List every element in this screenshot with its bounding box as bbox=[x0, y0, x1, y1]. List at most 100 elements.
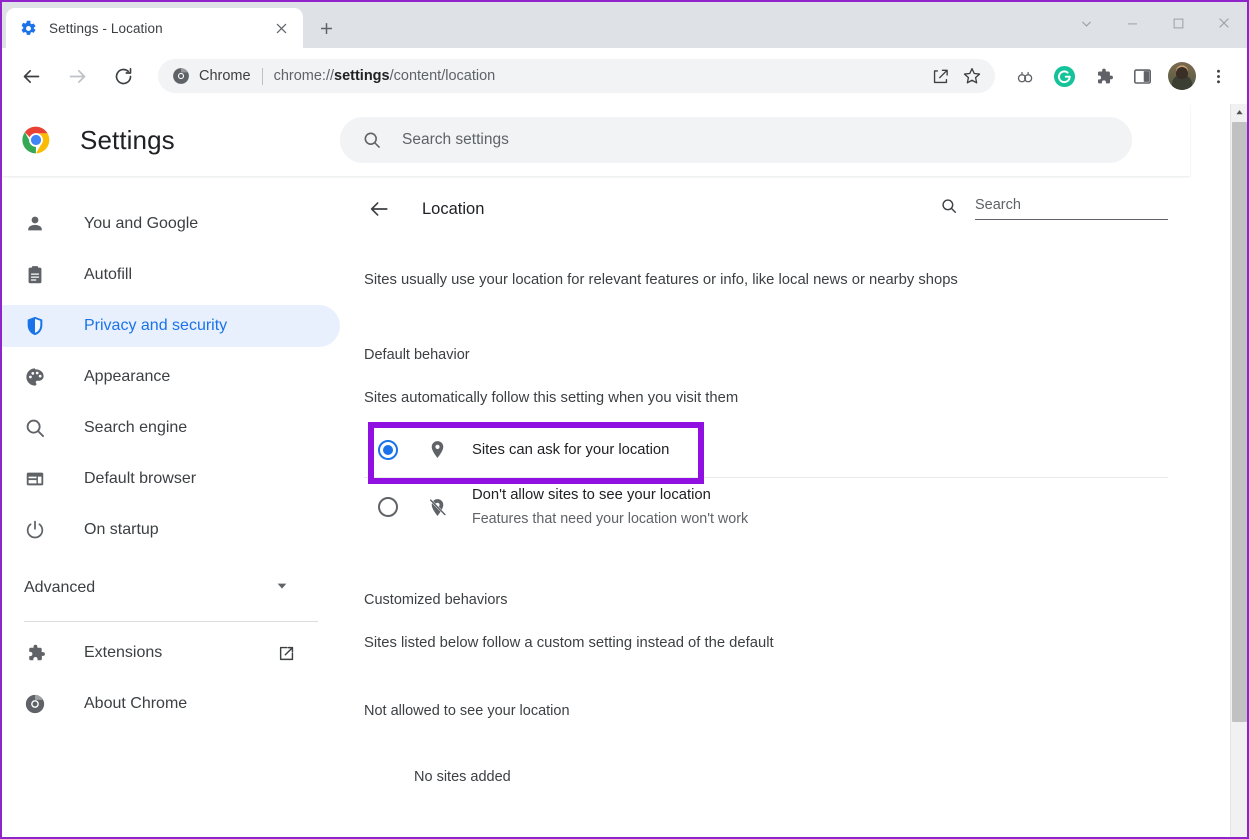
shield-icon bbox=[24, 315, 46, 337]
sidebar-advanced-toggle[interactable]: Advanced bbox=[2, 567, 340, 609]
settings-sidebar: You and Google Autofill Privacy and secu… bbox=[2, 176, 340, 837]
radio-option-dont-allow[interactable]: Don't allow sites to see your location F… bbox=[364, 478, 1168, 535]
browser-window: Settings - Location Chrome chrome://sett… bbox=[0, 0, 1249, 839]
new-tab-button[interactable] bbox=[311, 13, 341, 43]
search-settings-placeholder: Search settings bbox=[402, 131, 509, 148]
omnibox-url[interactable]: chrome://settings/content/location bbox=[274, 68, 923, 84]
close-button[interactable] bbox=[1201, 2, 1247, 44]
chrome-menu-button[interactable] bbox=[1201, 59, 1235, 93]
settings-brand[interactable]: Settings bbox=[2, 124, 340, 156]
sidebar-item-on-startup[interactable]: On startup bbox=[2, 509, 340, 551]
star-icon[interactable] bbox=[957, 61, 987, 91]
radio-button-selected[interactable] bbox=[378, 439, 398, 460]
puzzle-extensions-icon[interactable] bbox=[1086, 59, 1120, 93]
sidebar-item-autofill[interactable]: Autofill bbox=[2, 254, 340, 296]
not-allowed-group-label: Not allowed to see your location bbox=[364, 702, 570, 719]
customized-behaviors-heading: Customized behaviors bbox=[364, 591, 508, 608]
profile-avatar[interactable] bbox=[1168, 62, 1196, 90]
search-settings-input[interactable]: Search settings bbox=[340, 117, 1132, 163]
subpage-search-placeholder: Search bbox=[975, 197, 1021, 213]
reload-icon[interactable] bbox=[105, 58, 141, 94]
search-icon bbox=[940, 197, 958, 215]
page-title: Settings bbox=[80, 124, 175, 155]
chrome-logo-icon bbox=[20, 124, 52, 156]
tab-search-chevron-icon[interactable] bbox=[1063, 2, 1109, 44]
subpage-header: Location Search bbox=[364, 176, 1168, 242]
no-sites-added-text: No sites added bbox=[414, 768, 511, 785]
open-in-new-icon[interactable] bbox=[276, 643, 296, 663]
radio-option-text: Sites can ask for your location bbox=[472, 439, 669, 461]
sidebar-item-appearance[interactable]: Appearance bbox=[2, 356, 340, 398]
omnibox-scheme-label: Chrome bbox=[199, 68, 251, 84]
chevron-down-icon bbox=[274, 578, 290, 599]
sidebar-label: Extensions bbox=[84, 644, 163, 661]
default-behavior-radio-group: Sites can ask for your location Don't al… bbox=[364, 422, 1168, 535]
browser-window-icon bbox=[24, 468, 46, 490]
subpage-title: Location bbox=[422, 199, 485, 218]
vertical-scrollbar[interactable] bbox=[1230, 104, 1247, 837]
default-behavior-heading: Default behavior bbox=[364, 347, 470, 364]
sidebar-label: Default browser bbox=[84, 470, 197, 487]
browser-toolbar: Chrome chrome://settings/content/locatio… bbox=[2, 48, 1247, 104]
arrow-back-icon[interactable] bbox=[364, 194, 394, 224]
power-icon bbox=[24, 519, 46, 541]
puzzle-icon bbox=[24, 642, 46, 664]
settings-header: Settings Search settings bbox=[2, 104, 1190, 176]
subpage-search-input[interactable]: Search bbox=[975, 196, 1168, 220]
subpage-search[interactable]: Search bbox=[940, 196, 1168, 222]
omnibox-actions bbox=[923, 61, 987, 91]
chrome-icon bbox=[172, 67, 190, 85]
sidebar-label: Appearance bbox=[84, 368, 171, 385]
sidebar-divider bbox=[24, 621, 318, 622]
radio-option-sublabel: Features that need your location won't w… bbox=[472, 510, 749, 527]
minimize-button[interactable] bbox=[1109, 2, 1155, 44]
radio-option-text: Don't allow sites to see your location F… bbox=[472, 484, 748, 529]
radio-option-label: Sites can ask for your location bbox=[472, 441, 670, 458]
settings-gear-icon bbox=[20, 20, 37, 37]
customized-behaviors-subheading: Sites listed below follow a custom setti… bbox=[364, 634, 774, 651]
close-icon[interactable] bbox=[269, 16, 293, 40]
grammarly-icon[interactable] bbox=[1047, 59, 1081, 93]
sidebar-advanced-label: Advanced bbox=[24, 579, 96, 596]
address-bar[interactable]: Chrome chrome://settings/content/locatio… bbox=[158, 59, 995, 93]
share-icon[interactable] bbox=[925, 61, 955, 91]
window-controls bbox=[1063, 2, 1247, 44]
side-panel-icon[interactable] bbox=[1125, 59, 1159, 93]
location-description: Sites usually use your location for rele… bbox=[364, 272, 958, 288]
radio-button-unselected[interactable] bbox=[378, 497, 398, 518]
sidebar-item-extensions[interactable]: Extensions bbox=[2, 632, 340, 674]
scrollbar-thumb[interactable] bbox=[1232, 122, 1247, 722]
maximize-button[interactable] bbox=[1155, 2, 1201, 44]
sidebar-label: On startup bbox=[84, 521, 159, 538]
search-icon bbox=[362, 130, 382, 150]
link-chain-icon[interactable] bbox=[1008, 59, 1042, 93]
scroll-up-arrow-icon[interactable] bbox=[1231, 104, 1247, 121]
settings-page: Settings Search settings You and Google … bbox=[2, 104, 1247, 837]
browser-tab[interactable]: Settings - Location bbox=[6, 8, 303, 48]
default-behavior-subheading: Sites automatically follow this setting … bbox=[364, 390, 739, 407]
back-icon[interactable] bbox=[13, 58, 49, 94]
sidebar-label: Privacy and security bbox=[84, 317, 228, 334]
omnibox-separator bbox=[261, 67, 263, 85]
radio-option-sites-can-ask[interactable]: Sites can ask for your location bbox=[364, 422, 1168, 479]
clipboard-icon bbox=[24, 264, 46, 286]
tab-strip: Settings - Location bbox=[2, 2, 1247, 48]
tab-title: Settings - Location bbox=[49, 20, 163, 36]
sidebar-label: You and Google bbox=[84, 215, 199, 232]
sidebar-item-privacy-and-security[interactable]: Privacy and security bbox=[2, 305, 340, 347]
sidebar-item-default-browser[interactable]: Default browser bbox=[2, 458, 340, 500]
search-icon bbox=[24, 417, 46, 439]
forward-icon bbox=[59, 58, 95, 94]
settings-main-content: Location Search Sites usually use your l… bbox=[340, 176, 1190, 837]
chrome-icon bbox=[24, 693, 46, 715]
sidebar-item-search-engine[interactable]: Search engine bbox=[2, 407, 340, 449]
person-icon bbox=[24, 213, 46, 235]
sidebar-label: Search engine bbox=[84, 419, 188, 436]
sidebar-item-you-and-google[interactable]: You and Google bbox=[2, 203, 340, 245]
location-pin-off-icon bbox=[426, 496, 448, 518]
sidebar-item-about-chrome[interactable]: About Chrome bbox=[2, 683, 340, 725]
radio-option-label: Don't allow sites to see your location bbox=[472, 487, 711, 504]
sidebar-label: Autofill bbox=[84, 266, 133, 283]
palette-icon bbox=[24, 366, 46, 388]
location-pin-icon bbox=[426, 439, 448, 461]
